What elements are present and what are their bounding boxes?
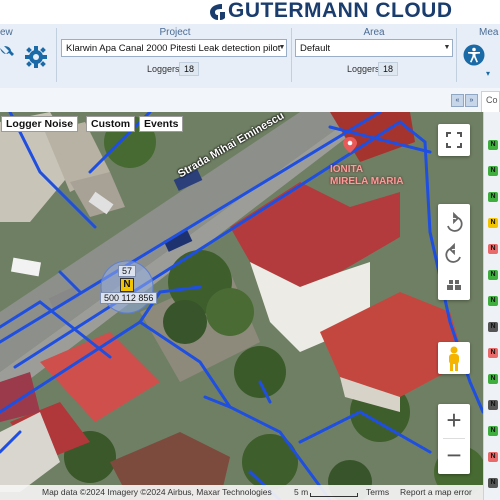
view-section-label: ew xyxy=(0,27,13,38)
zoom-out-button[interactable]: − xyxy=(438,439,470,473)
logger-noise-button[interactable]: Logger Noise xyxy=(1,116,79,132)
poi-name-line2: MIRELA MARIA xyxy=(330,176,404,187)
logger-status-icon[interactable]: N xyxy=(488,166,498,176)
fullscreen-button[interactable] xyxy=(438,124,470,156)
map-footer: Map data ©2024 Imagery ©2024 Airbus, Max… xyxy=(0,485,483,500)
project-select[interactable]: Klarwin Apa Canal 2000 Pitesti Leak dete… xyxy=(61,39,287,57)
area-select[interactable]: Default xyxy=(295,39,453,57)
logger-status-icon[interactable]: N xyxy=(488,478,498,488)
area-loggers-label: Loggers xyxy=(347,64,380,74)
map-view[interactable]: Logger Noise Custom Events Strada Mihai … xyxy=(0,112,483,500)
fullscreen-icon xyxy=(446,132,462,148)
logger-status-icon[interactable]: N xyxy=(488,192,498,202)
rotate-tilt-controls xyxy=(438,204,470,300)
logger-status-icon[interactable]: N xyxy=(488,426,498,436)
map-scale-bar xyxy=(310,493,358,497)
logger-status-icon[interactable]: N xyxy=(488,140,498,150)
project-loggers-label: Loggers xyxy=(147,64,180,74)
accessibility-icon[interactable] xyxy=(463,44,485,66)
toolbar-divider xyxy=(56,28,57,82)
measure-label: Mea xyxy=(479,27,499,38)
logger-list-panel: N N N N N N N N N N N N N N xyxy=(483,112,500,500)
logger-marker-icon[interactable]: N xyxy=(120,278,134,292)
project-loggers-count: 18 xyxy=(179,62,200,76)
poi-name-line1: IONITA xyxy=(330,164,364,175)
toolbar-divider xyxy=(291,28,292,82)
terms-link[interactable]: Terms xyxy=(366,487,389,497)
collapse-left-button[interactable]: « xyxy=(451,94,464,107)
logger-status-icon[interactable]: N xyxy=(488,270,498,280)
map-scale-label: 5 m xyxy=(294,487,309,497)
logger-status-icon[interactable]: N xyxy=(488,244,498,254)
report-map-error-link[interactable]: Report a map error xyxy=(400,487,472,497)
logger-status-icon[interactable]: N xyxy=(488,218,498,228)
events-button[interactable]: Events xyxy=(139,116,184,132)
logger-status-icon[interactable]: N xyxy=(488,374,498,384)
satellite-map-canvas[interactable] xyxy=(0,112,483,500)
wrench-icon[interactable] xyxy=(0,46,14,62)
area-dropdown-arrow-icon[interactable]: ▼ xyxy=(442,39,452,57)
logger-status-icon[interactable]: N xyxy=(488,322,498,332)
rotate-icons xyxy=(445,211,463,290)
street-view-pegman-button[interactable] xyxy=(438,342,470,374)
area-loggers-count: 18 xyxy=(378,62,399,76)
map-data-credit: Map data ©2024 Imagery ©2024 Airbus, Max… xyxy=(42,487,272,497)
top-toolbar: ew Project Klarwin Apa Canal 2000 Pitest… xyxy=(0,24,500,89)
zoom-controls: + − xyxy=(438,404,470,474)
panel-header-bar: « » Co xyxy=(0,88,500,113)
area-label: Area xyxy=(363,27,385,38)
logger-status-icon[interactable]: N xyxy=(488,400,498,410)
brand-name: GUTERMANN CLOUD xyxy=(228,0,453,22)
project-dropdown-arrow-icon[interactable]: ▼ xyxy=(277,39,287,57)
zoom-in-button[interactable]: + xyxy=(438,404,470,438)
logger-id-tag[interactable]: 500 112 856 xyxy=(100,292,158,304)
pegman-icon xyxy=(449,346,459,371)
logger-number-tag[interactable]: 57 xyxy=(118,265,137,277)
measure-expand-icon[interactable]: ▾ xyxy=(486,69,490,78)
collapse-right-button[interactable]: » xyxy=(465,94,478,107)
custom-button[interactable]: Custom xyxy=(86,116,136,132)
project-label: Project xyxy=(159,27,191,38)
gear-icon[interactable] xyxy=(25,46,47,68)
brand-header: GUTERMANN CLOUD xyxy=(0,0,500,24)
logger-status-icon[interactable]: N xyxy=(488,296,498,306)
gutermann-logo-icon xyxy=(210,4,225,20)
logger-status-icon[interactable]: N xyxy=(488,348,498,358)
tab-co[interactable]: Co xyxy=(481,91,500,112)
toolbar-divider xyxy=(456,28,457,82)
logger-status-icon[interactable]: N xyxy=(488,452,498,462)
